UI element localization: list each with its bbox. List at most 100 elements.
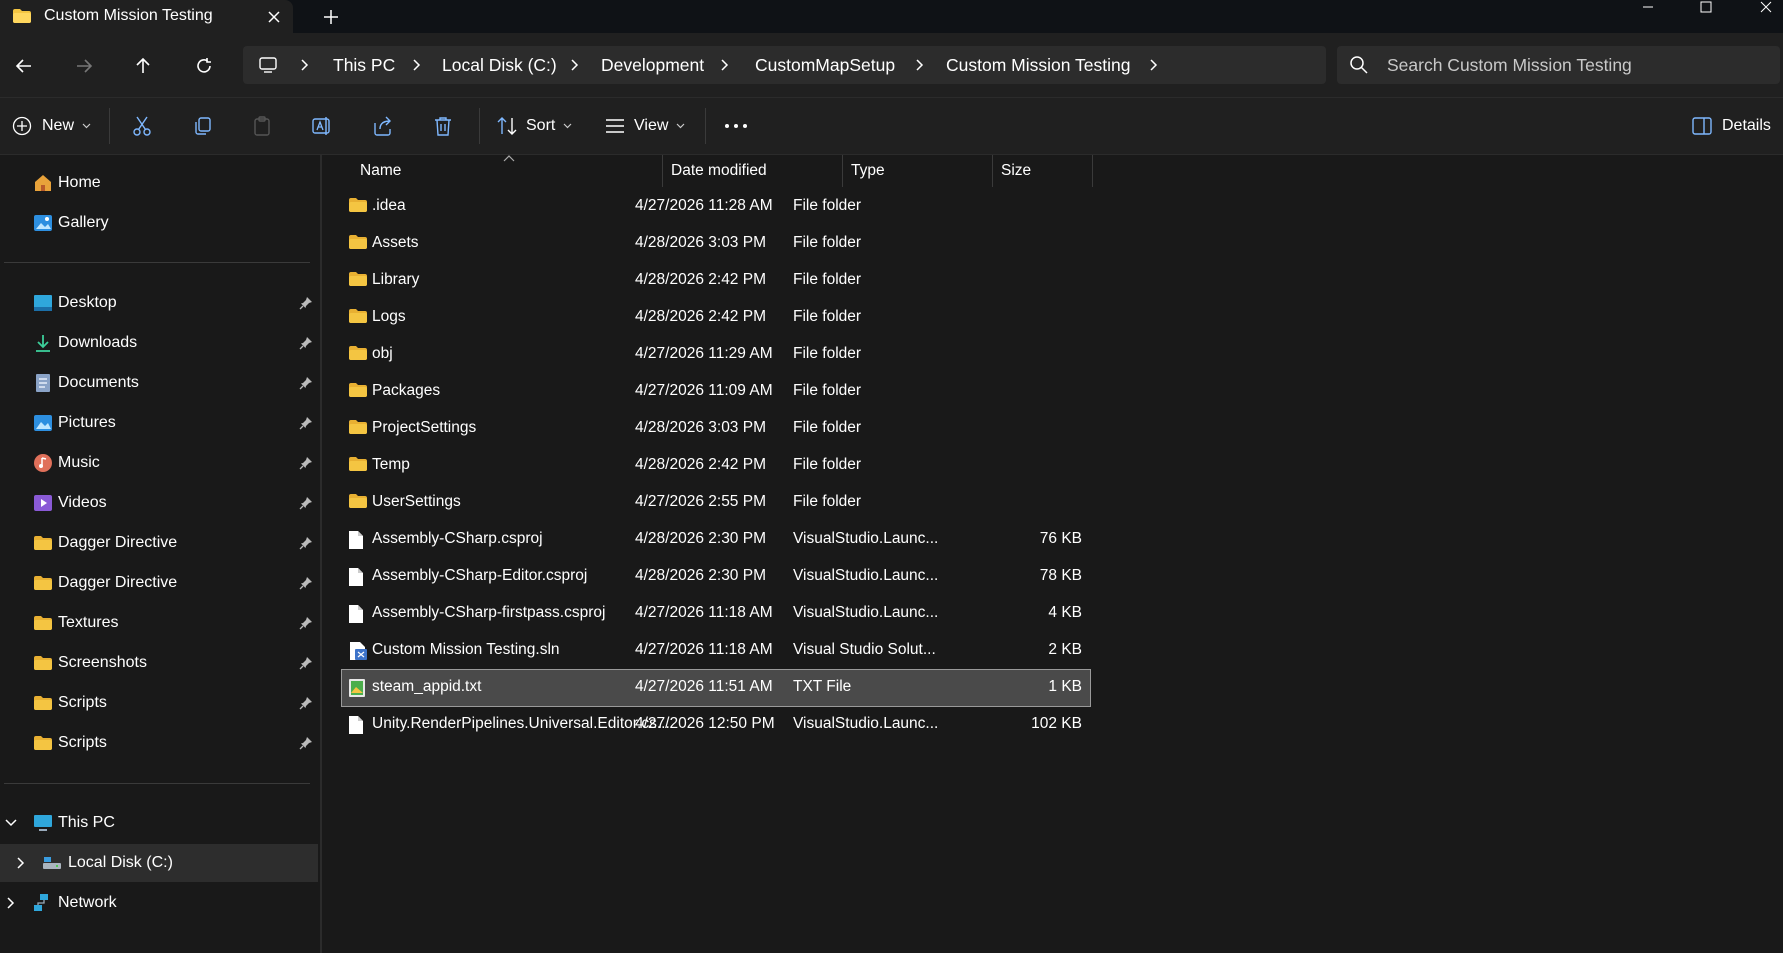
pin-icon[interactable] <box>299 376 313 390</box>
sidebar-item-desktop[interactable]: Desktop <box>0 284 318 322</box>
sidebar-item-textures[interactable]: Textures <box>0 604 318 642</box>
column-divider[interactable] <box>662 155 663 187</box>
chevron-right-icon[interactable] <box>1149 58 1159 72</box>
sort-button[interactable]: Sort <box>496 110 572 142</box>
file-row[interactable]: Assembly-CSharp.csproj 4/28/2026 2:30 PM… <box>342 522 1090 558</box>
view-button[interactable]: View <box>604 110 685 142</box>
breadcrumb-custom-mission-testing[interactable]: Custom Mission Testing <box>946 55 1130 76</box>
file-row[interactable]: Assembly-CSharp-firstpass.csproj 4/27/20… <box>342 596 1090 632</box>
new-button[interactable]: New <box>12 110 91 142</box>
pin-icon[interactable] <box>299 416 313 430</box>
breadcrumb-development[interactable]: Development <box>601 55 704 76</box>
pin-icon[interactable] <box>299 536 313 550</box>
copy-button[interactable] <box>192 110 214 142</box>
breadcrumb-this-pc[interactable]: This PC <box>333 55 395 76</box>
pin-icon[interactable] <box>299 696 313 710</box>
window-tab[interactable]: Custom Mission Testing <box>0 0 293 33</box>
file-row[interactable]: UserSettings 4/27/2026 2:55 PM File fold… <box>342 485 1090 521</box>
file-row[interactable]: Unity.RenderPipelines.Universal.Editor.c… <box>342 707 1090 743</box>
column-divider[interactable] <box>992 155 993 187</box>
pin-icon[interactable] <box>299 496 313 510</box>
gallery-icon <box>32 212 54 234</box>
network-icon <box>32 892 54 914</box>
sidebar-item-scripts-2[interactable]: Scripts <box>0 724 318 762</box>
chevron-right-icon[interactable] <box>300 58 310 72</box>
more-options-button[interactable] <box>724 110 748 142</box>
pin-icon[interactable] <box>299 576 313 590</box>
breadcrumb-custommapsetup[interactable]: CustomMapSetup <box>755 55 895 76</box>
maximize-button[interactable] <box>1683 0 1729 14</box>
pin-icon[interactable] <box>299 616 313 630</box>
file-row[interactable]: Temp 4/28/2026 2:42 PM File folder <box>342 448 1090 484</box>
chevron-right-icon[interactable] <box>720 58 730 72</box>
minimize-button[interactable] <box>1625 0 1671 14</box>
column-header-size[interactable]: Size <box>1001 162 1031 180</box>
sidebar-item-network[interactable]: Network <box>0 884 318 922</box>
chevron-down-icon <box>82 123 91 129</box>
folder-icon <box>348 234 368 254</box>
chevron-right-icon[interactable] <box>915 58 925 72</box>
details-label: Details <box>1722 117 1771 134</box>
computer-icon[interactable] <box>258 55 278 75</box>
pin-icon[interactable] <box>299 656 313 670</box>
details-button[interactable]: Details <box>1692 110 1771 142</box>
refresh-icon[interactable] <box>189 51 219 81</box>
folder-icon <box>348 419 368 439</box>
sidebar-item-downloads[interactable]: Downloads <box>0 324 318 362</box>
paste-button[interactable] <box>251 110 273 142</box>
file-row[interactable]: Library 4/28/2026 2:42 PM File folder <box>342 263 1090 299</box>
sidebar-item-dagger-directive[interactable]: Dagger Directive <box>0 524 318 562</box>
sidebar-item-scripts[interactable]: Scripts <box>0 684 318 722</box>
sidebar-item-music[interactable]: Music <box>0 444 318 482</box>
file-date: 4/27/2026 11:28 AM <box>635 197 773 214</box>
address-bar[interactable]: This PC Local Disk (C:) Development Cust… <box>243 46 1326 84</box>
file-row[interactable]: Assets 4/28/2026 3:03 PM File folder <box>342 226 1090 262</box>
column-divider[interactable] <box>842 155 843 187</box>
sidebar-item-local-disk[interactable]: Local Disk (C:) <box>0 844 318 882</box>
file-row[interactable]: obj 4/27/2026 11:29 AM File folder <box>342 337 1090 373</box>
sidebar-item-videos[interactable]: Videos <box>0 484 318 522</box>
chevron-right-icon[interactable] <box>17 857 25 869</box>
close-tab-icon[interactable] <box>262 5 286 29</box>
cut-button[interactable] <box>131 110 153 142</box>
search-input[interactable]: Search Custom Mission Testing <box>1337 46 1780 84</box>
file-row[interactable]: Logs 4/28/2026 2:42 PM File folder <box>342 300 1090 336</box>
delete-button[interactable] <box>432 110 454 142</box>
file-row[interactable]: .idea 4/27/2026 11:28 AM File folder <box>342 189 1090 225</box>
file-type: VisualStudio.Launc... <box>793 715 939 732</box>
breadcrumb-local-disk[interactable]: Local Disk (C:) <box>442 55 557 76</box>
up-arrow-icon[interactable] <box>128 51 158 81</box>
chevron-right-icon[interactable] <box>570 58 580 72</box>
sidebar-item-home[interactable]: Home <box>0 164 318 202</box>
sidebar-item-this-pc[interactable]: This PC <box>0 804 318 842</box>
pin-icon[interactable] <box>299 456 313 470</box>
file-row[interactable]: ProjectSettings 4/28/2026 3:03 PM File f… <box>342 411 1090 447</box>
sidebar-item-documents[interactable]: Documents <box>0 364 318 402</box>
rename-button[interactable] <box>311 110 333 142</box>
chevron-down-icon <box>563 123 572 129</box>
back-arrow-icon[interactable] <box>9 51 39 81</box>
chevron-down-icon[interactable] <box>5 819 17 827</box>
file-row[interactable]: Custom Mission Testing.sln 4/27/2026 11:… <box>342 633 1090 669</box>
sidebar-item-dagger-directive-2[interactable]: Dagger Directive <box>0 564 318 602</box>
column-header-date[interactable]: Date modified <box>671 162 767 180</box>
sidebar-item-screenshots[interactable]: Screenshots <box>0 644 318 682</box>
file-row[interactable]: Assembly-CSharp-Editor.csproj 4/28/2026 … <box>342 559 1090 595</box>
pin-icon[interactable] <box>299 336 313 350</box>
sidebar-item-pictures[interactable]: Pictures <box>0 404 318 442</box>
more-horizontal-icon <box>724 123 748 129</box>
chevron-right-icon[interactable] <box>7 897 15 909</box>
pin-icon[interactable] <box>299 296 313 310</box>
close-window-button[interactable] <box>1743 0 1783 14</box>
new-tab-icon[interactable] <box>318 5 344 29</box>
file-row-selected[interactable]: steam_appid.txt 4/27/2026 11:51 AM TXT F… <box>341 669 1091 707</box>
sidebar-item-gallery[interactable]: Gallery <box>0 204 318 242</box>
chevron-right-icon[interactable] <box>412 58 422 72</box>
share-button[interactable] <box>372 110 394 142</box>
column-header-type[interactable]: Type <box>851 162 885 180</box>
column-header-name[interactable]: Name <box>360 162 401 180</box>
column-divider[interactable] <box>1092 155 1093 187</box>
file-row[interactable]: Packages 4/27/2026 11:09 AM File folder <box>342 374 1090 410</box>
pin-icon[interactable] <box>299 736 313 750</box>
forward-arrow-icon[interactable] <box>69 51 99 81</box>
